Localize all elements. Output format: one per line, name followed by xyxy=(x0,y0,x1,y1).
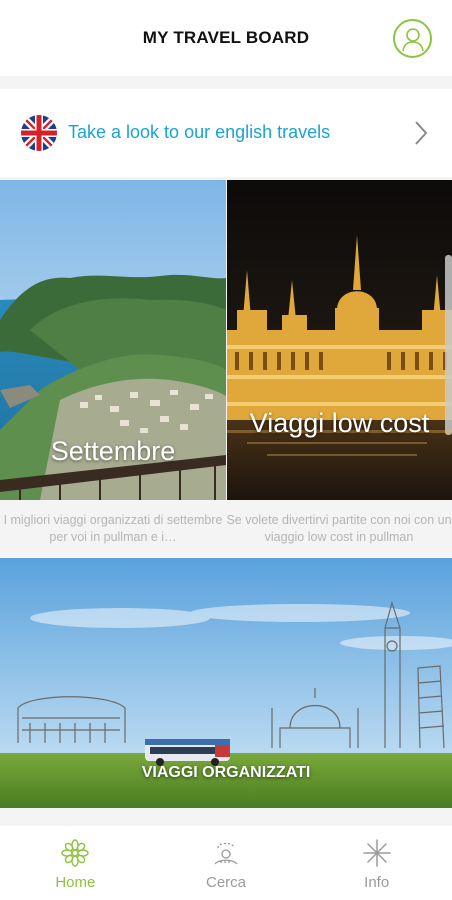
nav-info-label: Info xyxy=(364,874,390,891)
home-flower-icon xyxy=(61,839,90,867)
profile-button[interactable] xyxy=(393,19,432,58)
card-settembre-title: Settembre xyxy=(50,436,176,466)
info-star-icon xyxy=(362,839,391,867)
chevron-right-icon xyxy=(415,121,428,145)
nav-home[interactable]: Home xyxy=(0,826,151,900)
card-low-cost[interactable]: Viaggi low cost xyxy=(227,180,452,500)
nav-cerca[interactable]: Cerca xyxy=(151,826,302,900)
nav-cerca-label: Cerca xyxy=(206,874,247,891)
card-low-cost-title: Viaggi low cost xyxy=(249,408,430,438)
bottom-navigation: Home Cerca Info xyxy=(0,826,452,900)
page-title: MY TRAVEL BOARD xyxy=(142,28,310,47)
english-travels-link[interactable]: Take a look to our english travels xyxy=(0,89,452,177)
top-header: MY TRAVEL BOARD xyxy=(0,0,452,76)
card-settembre[interactable]: Settembre xyxy=(0,180,226,500)
english-travels-text: Take a look to our english travels xyxy=(68,122,331,142)
nav-info[interactable]: Info xyxy=(301,826,452,900)
viaggi-organizzati-banner[interactable]: VIAGGI ORGANIZZATI xyxy=(0,558,452,808)
card-low-cost-description: Se volete divertirvi partite con noi con… xyxy=(226,513,452,544)
user-icon xyxy=(401,27,424,51)
uk-flag-icon xyxy=(21,115,57,151)
budapest-parliament-image xyxy=(227,180,452,500)
card-settembre-description: I migliori viaggi organizzati di settemb… xyxy=(3,513,223,544)
viaggi-organizzati-label: VIAGGI ORGANIZZATI xyxy=(141,764,311,781)
search-compass-icon xyxy=(214,842,238,865)
app-root: MY TRAVEL BOARD Take a look to our engli… xyxy=(0,0,452,900)
nav-home-label: Home xyxy=(55,874,96,891)
